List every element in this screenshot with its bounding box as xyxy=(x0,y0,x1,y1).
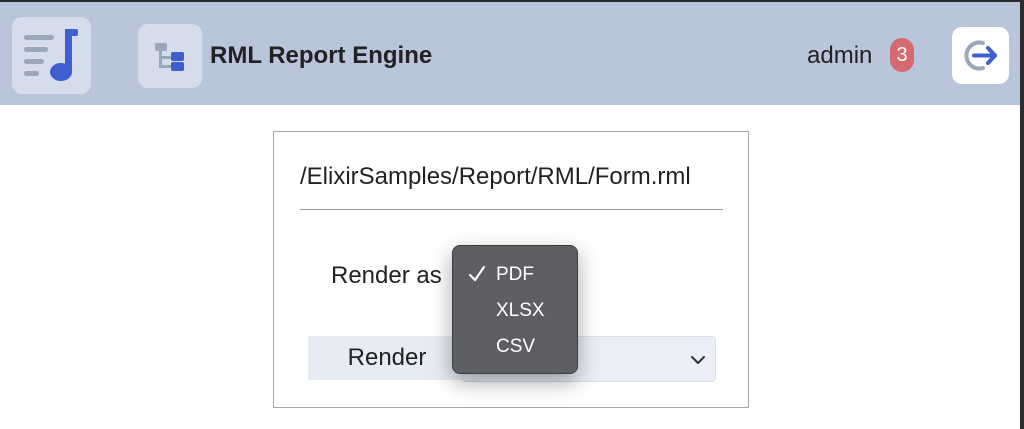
format-option-pdf[interactable]: PDF xyxy=(453,256,577,292)
app-title: RML Report Engine xyxy=(210,42,433,69)
logout-icon xyxy=(964,40,997,71)
user-name[interactable]: admin xyxy=(807,42,872,70)
window-edge xyxy=(1020,0,1024,429)
file-path: /ElixirSamples/Report/RML/Form.rml xyxy=(300,163,691,190)
logout-button[interactable] xyxy=(952,27,1009,84)
render-button[interactable]: Render xyxy=(308,336,466,380)
format-dropdown-menu: PDF XLSX CSV xyxy=(452,245,578,374)
format-option-label: PDF xyxy=(496,264,534,285)
format-option-label: XLSX xyxy=(496,300,545,321)
render-as-label: Render as xyxy=(331,262,442,289)
format-option-xlsx[interactable]: XLSX xyxy=(453,292,577,328)
top-bar: RML Report Engine admin 3 xyxy=(0,0,1024,105)
chevron-down-icon xyxy=(691,356,705,364)
music-list-icon[interactable] xyxy=(12,17,91,94)
checkmark-icon xyxy=(468,265,486,282)
format-option-label: CSV xyxy=(496,336,536,357)
notification-badge[interactable]: 3 xyxy=(890,38,914,72)
music-note-icon xyxy=(50,29,78,81)
tree-view-button[interactable] xyxy=(138,24,202,88)
tree-icon xyxy=(155,43,184,71)
format-option-csv[interactable]: CSV xyxy=(453,328,577,364)
divider xyxy=(300,209,723,210)
